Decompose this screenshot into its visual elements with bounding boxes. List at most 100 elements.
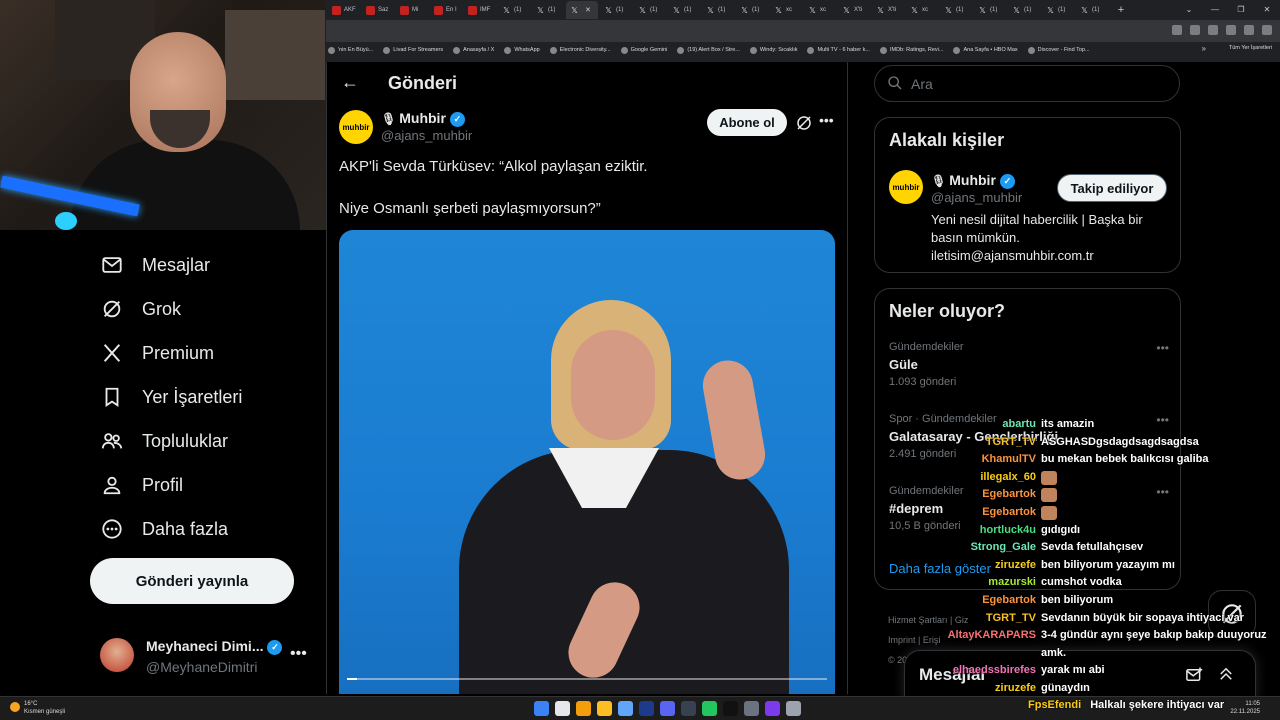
subscribe-button[interactable]: Abone ol — [707, 109, 787, 136]
tab[interactable]: 𝕏xc — [906, 1, 938, 19]
video-progress-bar[interactable] — [347, 678, 827, 680]
steam-icon[interactable] — [639, 701, 654, 716]
tab[interactable]: 𝕏 (1) — [634, 1, 666, 19]
extension-icon[interactable] — [1172, 25, 1182, 35]
chrome-icon[interactable] — [576, 701, 591, 716]
bookmark-item[interactable]: (19) Alert Box / Stre... — [677, 46, 740, 54]
post-more-icon[interactable]: ••• — [819, 112, 834, 128]
grok-explain-icon[interactable] — [795, 114, 813, 132]
tab[interactable]: Saz — [362, 1, 394, 19]
trend-item[interactable]: Gündemdekiler Güle 1.093 gönderi ••• — [889, 341, 1169, 388]
tab[interactable]: 𝕏 X'ti — [838, 1, 870, 19]
tab[interactable]: 𝕏 (1) — [1076, 1, 1108, 19]
nav-item-profile[interactable]: Profil — [100, 470, 183, 500]
avatar — [100, 638, 134, 672]
tab-label: Mi — [412, 7, 419, 13]
tab[interactable]: 𝕏 (1) — [736, 1, 768, 19]
tab[interactable]: 𝕏xc — [804, 1, 836, 19]
tab[interactable]: 𝕏 (1) — [532, 1, 564, 19]
folder-icon[interactable] — [597, 701, 612, 716]
bookmark-item[interactable]: Google Gemini — [620, 46, 667, 54]
tab[interactable]: AKF — [328, 1, 360, 19]
bookmark-item[interactable]: Electronic Diversity... — [549, 46, 611, 54]
post-author-name[interactable]: 🎙 Muhbir ✓ — [381, 110, 465, 127]
menu-icon[interactable] — [1262, 25, 1272, 35]
tab-active[interactable]: 𝕏 ✕ — [566, 1, 598, 19]
extension-icon[interactable] — [1208, 25, 1218, 35]
app-icon[interactable] — [786, 701, 801, 716]
clock[interactable]: 11:05 22.11.2025 — [1230, 700, 1260, 716]
close-tab-icon[interactable]: ✕ — [585, 6, 591, 14]
bookmark-item[interactable]: 'nin En Büyü... — [328, 46, 373, 54]
chat-text: Sevdanın büyük bir sopaya ihtiyacı var — [1041, 611, 1244, 624]
minimize-icon[interactable]: — — [1202, 0, 1228, 20]
tab[interactable]: 𝕏 (1) — [940, 1, 972, 19]
post-author-avatar[interactable]: muhbir — [339, 110, 373, 144]
epic-games-icon[interactable] — [723, 701, 738, 716]
extension-icon[interactable] — [1226, 25, 1236, 35]
tab[interactable]: 𝕏 (1) — [1042, 1, 1074, 19]
back-arrow-icon[interactable]: ← — [341, 72, 359, 93]
post-text-line: AKP'li Sevda Türküsev: “Alkol paylaşan e… — [339, 158, 648, 175]
nav-item-premium[interactable]: Premium — [100, 338, 214, 368]
app-icon[interactable] — [744, 701, 759, 716]
x-favicon-icon: 𝕏 — [503, 5, 510, 15]
profile-icon[interactable] — [1244, 25, 1254, 35]
tab[interactable]: 𝕏 X'ti — [872, 1, 904, 19]
tab[interactable]: 𝕏 (1) — [600, 1, 632, 19]
related-avatar[interactable]: muhbir — [889, 170, 923, 204]
all-bookmarks-link[interactable]: Tüm Yer İşaretleri — [1229, 45, 1272, 51]
video-progress-fill — [347, 678, 357, 680]
bookmark-item[interactable]: Windy: Sıcaklık — [749, 46, 797, 54]
account-switcher[interactable]: Meyhaneci Dimi... ✓ @MeyhaneDimitri ••• — [100, 635, 310, 685]
search-icon[interactable] — [555, 701, 570, 716]
search-box[interactable] — [874, 65, 1180, 102]
tab-search-icon[interactable]: ⌄ — [1176, 0, 1202, 20]
tab[interactable]: 𝕏 (1) — [668, 1, 700, 19]
bookmark-item[interactable]: Discover - Find Top... — [1027, 46, 1090, 54]
account-more-icon[interactable]: ••• — [290, 645, 307, 663]
close-window-icon[interactable]: ✕ — [1254, 0, 1280, 20]
discord-icon[interactable] — [660, 701, 675, 716]
related-name[interactable]: 🎙 Muhbir ✓ — [931, 172, 1015, 189]
bookmark-item[interactable]: IMDb: Ratings, Revi... — [879, 46, 943, 54]
nav-item-more[interactable]: Daha fazla — [100, 514, 228, 544]
post-button[interactable]: Gönderi yayınla — [90, 558, 294, 604]
account-name-text: Meyhaneci Dimi... — [146, 638, 264, 654]
chat-text: yarak mı abi — [1041, 664, 1105, 677]
tab[interactable]: 𝕏xc — [770, 1, 802, 19]
bookmark-item[interactable]: Livad For Streamers — [383, 46, 443, 54]
app-icon[interactable] — [681, 701, 696, 716]
nav-item-communities[interactable]: Topluluklar — [100, 426, 228, 456]
tab[interactable]: IMF — [464, 1, 496, 19]
search-input[interactable] — [911, 66, 1161, 101]
following-button[interactable]: Takip ediliyor — [1057, 174, 1167, 202]
nav-item-grok[interactable]: Grok — [100, 294, 181, 324]
bookmark-item[interactable]: Anasayfa / X — [453, 46, 494, 54]
bookmark-item[interactable]: WhatsApp — [504, 46, 540, 54]
bookmark-item[interactable]: Ana Sayfa • HBO Max — [953, 46, 1018, 54]
nav-item-messages[interactable]: Mesajlar — [100, 250, 210, 280]
address-bar[interactable] — [326, 20, 1280, 42]
tab[interactable]: 𝕏 (1) — [498, 1, 530, 19]
app-icon[interactable] — [618, 701, 633, 716]
trend-more-icon[interactable]: ••• — [1156, 341, 1169, 355]
x-favicon-icon: 𝕏 — [639, 5, 646, 15]
post-author-handle[interactable]: @ajans_muhbir — [381, 128, 472, 143]
spotify-icon[interactable] — [702, 701, 717, 716]
post-video[interactable] — [339, 230, 835, 694]
obs-icon[interactable] — [765, 701, 780, 716]
new-tab-button[interactable]: + — [1114, 3, 1128, 17]
start-icon[interactable] — [534, 701, 549, 716]
maximize-icon[interactable]: ❐ — [1228, 0, 1254, 20]
tab[interactable]: 𝕏 (1) — [1008, 1, 1040, 19]
nav-item-bookmarks[interactable]: Yer İşaretleri — [100, 382, 242, 412]
tab[interactable]: 𝕏 (1) — [702, 1, 734, 19]
bookmark-item[interactable]: Multi TV - 6 haber k... — [807, 46, 870, 54]
related-handle[interactable]: @ajans_muhbir — [931, 190, 1022, 205]
tab[interactable]: Mi — [396, 1, 428, 19]
tab[interactable]: En I — [430, 1, 462, 19]
tab[interactable]: 𝕏 (1) — [974, 1, 1006, 19]
bookmarks-more-button[interactable]: » — [1202, 44, 1206, 53]
extension-icon[interactable] — [1190, 25, 1200, 35]
